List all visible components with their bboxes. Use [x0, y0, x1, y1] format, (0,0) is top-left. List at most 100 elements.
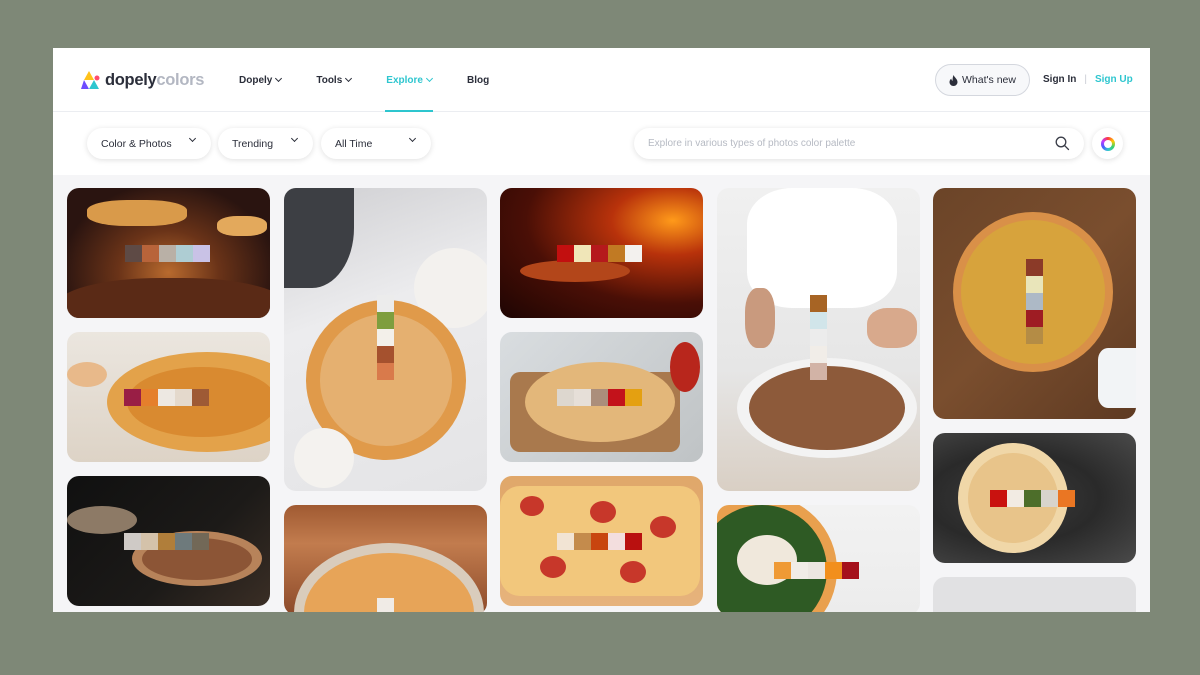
color-swatch[interactable] — [625, 533, 642, 550]
color-swatch[interactable] — [1024, 490, 1041, 507]
main-nav: Dopely Tools Explore Blog — [239, 48, 524, 112]
color-swatch[interactable] — [377, 312, 394, 329]
sign-in-link[interactable]: Sign In — [1043, 74, 1076, 85]
color-swatch[interactable] — [810, 312, 827, 329]
chevron-down-icon — [425, 74, 434, 83]
photo-card[interactable] — [500, 332, 703, 462]
photo-card[interactable] — [500, 476, 703, 606]
color-swatch[interactable] — [124, 533, 141, 550]
color-swatch[interactable] — [377, 295, 394, 312]
color-swatch[interactable] — [825, 562, 842, 579]
category-dropdown-value: Color & Photos — [101, 137, 172, 150]
nav-item-explore[interactable]: Explore — [385, 48, 434, 112]
search-icon[interactable] — [1055, 136, 1070, 151]
color-swatch[interactable] — [1026, 293, 1043, 310]
photo-card[interactable] — [284, 188, 487, 491]
color-swatch[interactable] — [141, 389, 158, 406]
whats-new-label: What's new — [962, 74, 1016, 86]
sort-dropdown[interactable]: Trending — [218, 128, 313, 159]
color-swatch[interactable] — [192, 389, 209, 406]
chevron-down-icon — [408, 134, 417, 143]
color-swatch[interactable] — [158, 533, 175, 550]
sign-up-link[interactable]: Sign Up — [1095, 74, 1133, 85]
color-swatch[interactable] — [574, 245, 591, 262]
photo-card[interactable] — [67, 188, 270, 318]
color-swatch[interactable] — [176, 245, 193, 262]
color-swatch[interactable] — [842, 562, 859, 579]
nav-item-label: Blog — [466, 74, 490, 86]
palette-swatches — [125, 245, 210, 262]
color-swatch[interactable] — [1007, 490, 1024, 507]
color-swatch[interactable] — [557, 245, 574, 262]
palette-swatches — [557, 533, 642, 550]
nav-item-tools[interactable]: Tools — [316, 48, 353, 112]
logo[interactable]: dopelycolors — [80, 68, 204, 92]
photo-card[interactable] — [67, 332, 270, 462]
color-swatch[interactable] — [791, 562, 808, 579]
color-swatch[interactable] — [810, 329, 827, 346]
photo-card[interactable] — [933, 188, 1136, 419]
photo-card[interactable] — [717, 188, 920, 491]
color-swatch[interactable] — [608, 245, 625, 262]
chevron-down-icon — [188, 134, 197, 143]
photo-card[interactable] — [67, 476, 270, 606]
color-swatch[interactable] — [1041, 490, 1058, 507]
color-swatch[interactable] — [625, 389, 642, 406]
color-swatch[interactable] — [141, 533, 158, 550]
color-swatch[interactable] — [608, 533, 625, 550]
color-swatch[interactable] — [158, 389, 175, 406]
color-swatch[interactable] — [1026, 276, 1043, 293]
photo-card[interactable] — [500, 188, 703, 318]
color-swatch[interactable] — [810, 295, 827, 312]
color-swatch[interactable] — [1026, 310, 1043, 327]
palette-swatches — [557, 389, 642, 406]
chevron-down-icon — [345, 74, 353, 83]
color-swatch[interactable] — [591, 533, 608, 550]
color-swatch[interactable] — [810, 363, 827, 380]
color-swatch[interactable] — [808, 562, 825, 579]
period-dropdown[interactable]: All Time — [321, 128, 431, 159]
color-swatch[interactable] — [175, 533, 192, 550]
color-swatch[interactable] — [591, 389, 608, 406]
color-swatch[interactable] — [810, 346, 827, 363]
photo-card[interactable] — [717, 505, 920, 612]
color-swatch[interactable] — [625, 245, 642, 262]
color-swatch[interactable] — [1026, 259, 1043, 276]
color-swatch[interactable] — [142, 245, 159, 262]
color-swatch[interactable] — [557, 533, 574, 550]
color-swatch[interactable] — [574, 389, 591, 406]
color-swatch[interactable] — [159, 245, 176, 262]
color-swatch[interactable] — [1058, 490, 1075, 507]
color-swatch[interactable] — [125, 245, 142, 262]
color-swatch[interactable] — [124, 389, 141, 406]
photo-card[interactable] — [284, 505, 487, 612]
nav-item-label: Tools — [316, 74, 343, 86]
color-swatch[interactable] — [774, 562, 791, 579]
logo-text-primary: dopely — [105, 70, 157, 89]
whats-new-button[interactable]: What's new — [935, 64, 1030, 96]
color-swatch[interactable] — [377, 363, 394, 380]
color-swatch[interactable] — [192, 533, 209, 550]
category-dropdown[interactable]: Color & Photos — [87, 128, 211, 159]
logo-text: dopelycolors — [105, 71, 204, 90]
photo-card[interactable] — [933, 433, 1136, 563]
color-swatch[interactable] — [193, 245, 210, 262]
color-swatch[interactable] — [608, 389, 625, 406]
color-swatch[interactable] — [1026, 327, 1043, 344]
nav-item-blog[interactable]: Blog — [467, 48, 489, 112]
color-swatch[interactable] — [574, 533, 591, 550]
color-swatch[interactable] — [557, 389, 574, 406]
nav-item-dopely[interactable]: Dopely — [239, 48, 283, 112]
color-swatch[interactable] — [377, 329, 394, 346]
color-swatch[interactable] — [990, 490, 1007, 507]
color-swatch[interactable] — [591, 245, 608, 262]
search-box — [634, 128, 1084, 159]
chevron-down-icon — [275, 74, 283, 83]
color-filter-button[interactable] — [1092, 128, 1123, 159]
auth-links: Sign In | Sign Up — [1043, 74, 1133, 85]
color-swatch[interactable] — [175, 389, 192, 406]
search-input[interactable] — [648, 138, 1038, 149]
fire-icon — [949, 74, 958, 86]
color-swatch[interactable] — [377, 346, 394, 363]
color-swatch[interactable] — [377, 598, 394, 612]
